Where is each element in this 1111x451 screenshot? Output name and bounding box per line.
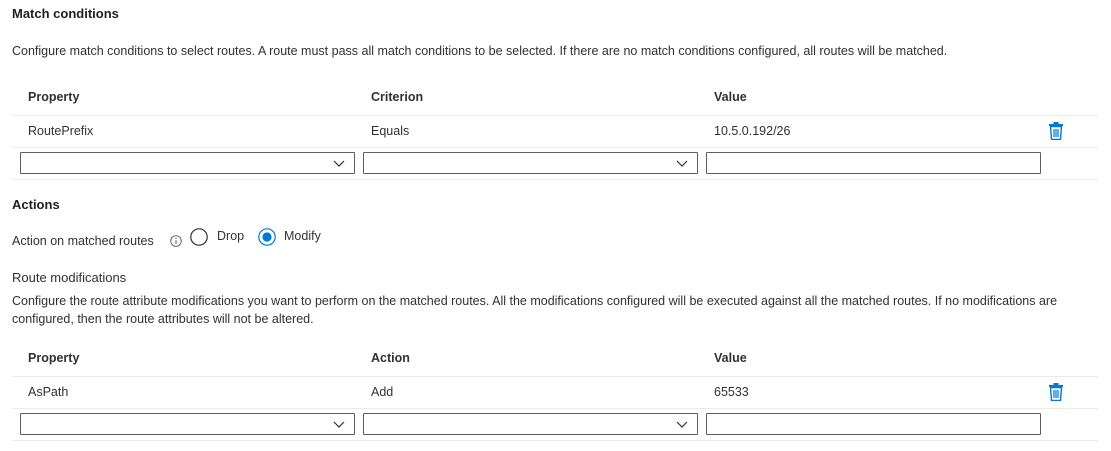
route-modifications-title: Route modifications <box>12 270 127 285</box>
trash-icon[interactable] <box>1048 383 1064 401</box>
divider <box>12 147 1098 148</box>
match-value-input[interactable] <box>706 152 1041 174</box>
modification-value-input[interactable] <box>706 413 1041 435</box>
chevron-down-icon <box>333 421 345 428</box>
modification-property-dropdown[interactable] <box>20 413 355 435</box>
trash-icon[interactable] <box>1048 122 1064 140</box>
match-property-dropdown[interactable] <box>20 152 355 174</box>
modification-action-dropdown[interactable] <box>363 413 698 435</box>
chevron-down-icon <box>333 160 345 167</box>
actions-title: Actions <box>12 197 60 212</box>
chevron-down-icon <box>676 160 688 167</box>
match-conditions-title: Match conditions <box>12 6 119 21</box>
divider <box>12 115 1098 116</box>
drop-radio[interactable] <box>190 228 208 246</box>
divider <box>12 179 1098 180</box>
drop-radio-label[interactable]: Drop <box>217 229 244 243</box>
column-header-criterion: Criterion <box>371 90 424 104</box>
divider <box>12 440 1098 441</box>
divider <box>12 376 1098 377</box>
match-criterion-dropdown[interactable] <box>363 152 698 174</box>
modification-row-action: Add <box>371 385 394 399</box>
column-header-property: Property <box>28 90 80 104</box>
match-row-value: 10.5.0.192/26 <box>714 124 791 138</box>
modification-row-value: 65533 <box>714 385 749 399</box>
column-header-property: Property <box>28 351 80 365</box>
match-conditions-description: Configure match conditions to select rou… <box>12 44 948 58</box>
modify-radio-label[interactable]: Modify <box>284 229 321 243</box>
route-modifications-description: Configure the route attribute modificati… <box>12 294 1058 326</box>
divider <box>12 408 1098 409</box>
match-row-criterion: Equals <box>371 124 410 138</box>
column-header-action: Action <box>371 351 410 365</box>
column-header-value: Value <box>714 351 747 365</box>
modification-row-property: AsPath <box>28 385 69 399</box>
action-on-matched-routes-label: Action on matched routes <box>12 234 154 248</box>
info-icon[interactable] <box>170 235 182 247</box>
match-row-property: RoutePrefix <box>28 124 94 138</box>
column-header-value: Value <box>714 90 747 104</box>
modify-radio[interactable] <box>258 228 276 246</box>
chevron-down-icon <box>676 421 688 428</box>
